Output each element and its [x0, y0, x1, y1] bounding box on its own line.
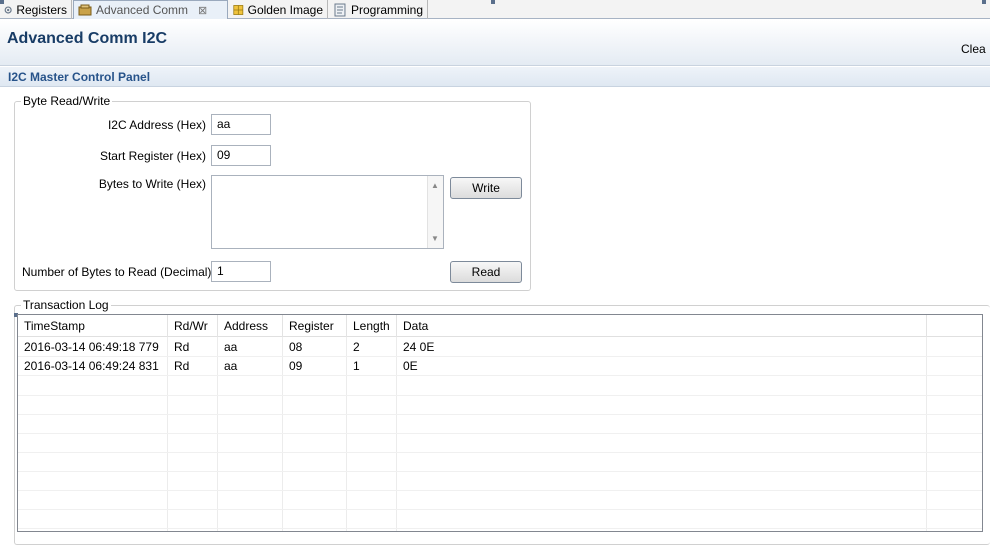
group-legend: Transaction Log	[21, 298, 111, 312]
row-divider	[18, 528, 982, 529]
row-divider	[18, 395, 982, 396]
i2c-address-label: I2C Address (Hex)	[107, 118, 206, 132]
column-header-length[interactable]: Length	[347, 315, 397, 337]
column-header-address[interactable]: Address	[218, 315, 283, 337]
cell-data: 0E	[403, 359, 418, 373]
cell-address: aa	[224, 340, 238, 354]
read-button[interactable]: Read	[450, 261, 522, 283]
tab-programming[interactable]: Programming	[329, 0, 428, 19]
row-divider	[18, 433, 982, 434]
group-legend: Byte Read/Write	[21, 94, 113, 108]
table-row[interactable]: 2016-03-14 06:49:24 831 Rd aa 09 1 0E	[18, 357, 982, 376]
tab-label: Golden Image	[247, 2, 323, 17]
programming-icon	[334, 3, 346, 16]
write-button[interactable]: Write	[450, 177, 522, 199]
transaction-log-table[interactable]: TimeStamp Rd/Wr Address Register Length …	[17, 314, 983, 532]
column-header-timestamp[interactable]: TimeStamp	[18, 315, 168, 337]
registers-icon	[4, 5, 12, 14]
cell-length: 1	[353, 359, 360, 373]
tab-label: Advanced Comm	[96, 3, 189, 17]
cell-data: 24 0E	[403, 340, 435, 354]
bytes-to-write-label: Bytes to Write (Hex)	[98, 177, 206, 191]
row-divider	[18, 509, 982, 510]
close-icon[interactable]: ⊠	[198, 4, 207, 17]
tab-label: Programming	[350, 2, 423, 17]
scroll-down-icon[interactable]: ▼	[431, 234, 439, 243]
selection-handle	[491, 0, 495, 4]
editor-tab-strip: Registers Advanced Comm ⊠ Golden Image P…	[0, 0, 990, 19]
start-register-input[interactable]: 09	[211, 145, 271, 166]
cell-rdwr: Rd	[174, 359, 190, 373]
scroll-up-icon[interactable]: ▲	[431, 181, 439, 190]
section-header: I2C Master Control Panel	[0, 67, 990, 87]
clear-link[interactable]: Clea	[961, 42, 986, 56]
cell-timestamp: 2016-03-14 06:49:24 831	[24, 359, 159, 373]
column-header-data[interactable]: Data	[397, 315, 927, 337]
row-divider	[18, 452, 982, 453]
selection-handle	[982, 0, 986, 4]
golden-image-icon	[233, 4, 244, 15]
row-divider	[18, 471, 982, 472]
bytes-to-read-input[interactable]: 1	[211, 261, 271, 282]
cell-register: 08	[289, 340, 303, 354]
textarea-scrollbar[interactable]: ▲ ▼	[427, 176, 443, 248]
cell-length: 2	[353, 340, 360, 354]
column-header-rdwr[interactable]: Rd/Wr	[168, 315, 218, 337]
table-row[interactable]: 2016-03-14 06:49:18 779 Rd aa 08 2 24 0E	[18, 338, 982, 357]
cell-address: aa	[224, 359, 238, 373]
cell-timestamp: 2016-03-14 06:49:18 779	[24, 340, 159, 354]
bytes-to-write-textarea[interactable]: ▲ ▼	[211, 175, 444, 249]
bytes-to-read-label: Number of Bytes to Read (Decimal)	[22, 265, 212, 279]
view-header: Advanced Comm I2C Clea	[0, 20, 990, 66]
tab-advanced-comm[interactable]: Advanced Comm ⊠	[73, 0, 228, 19]
advanced-comm-icon	[78, 4, 92, 16]
tab-label: Registers	[16, 2, 67, 17]
page-title: Advanced Comm I2C	[7, 30, 168, 47]
table-header: TimeStamp Rd/Wr Address Register Length …	[18, 315, 982, 337]
start-register-label: Start Register (Hex)	[99, 149, 206, 163]
tab-golden-image[interactable]: Golden Image	[229, 0, 328, 19]
row-divider	[18, 414, 982, 415]
row-divider	[18, 490, 982, 491]
i2c-address-input[interactable]: aa	[211, 114, 271, 135]
tab-registers[interactable]: Registers	[0, 0, 72, 19]
cell-rdwr: Rd	[174, 340, 190, 354]
column-header-register[interactable]: Register	[283, 315, 347, 337]
section-title: I2C Master Control Panel	[8, 70, 151, 84]
selection-handle	[0, 0, 4, 4]
cell-register: 09	[289, 359, 303, 373]
